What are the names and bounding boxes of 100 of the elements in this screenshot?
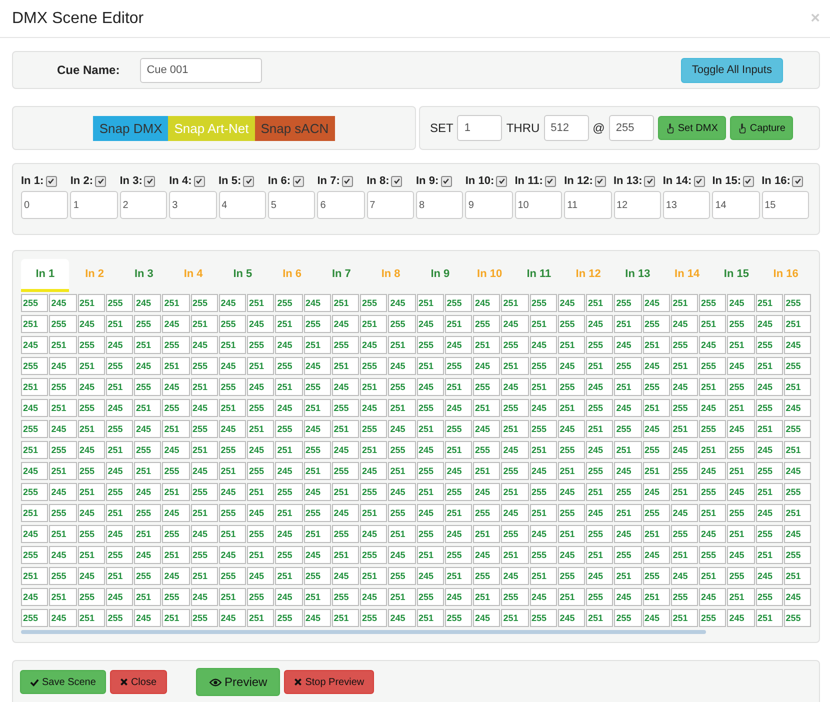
universe-field[interactable]: 6 — [317, 191, 365, 219]
channel-value-field[interactable]: 245 — [444, 336, 472, 354]
channel-value-field[interactable]: 251 — [784, 378, 811, 396]
channel-value-field[interactable]: 255 — [530, 294, 557, 312]
channel-value-field[interactable]: 251 — [670, 483, 698, 501]
channel-value-field[interactable]: 255 — [727, 315, 754, 333]
channel-value-field[interactable]: 251 — [727, 462, 754, 480]
channel-value-field[interactable]: 251 — [699, 567, 726, 585]
input-checkbox[interactable] — [342, 176, 353, 186]
channel-value-field[interactable]: 255 — [586, 336, 614, 354]
channel-value-field[interactable]: 255 — [332, 399, 359, 417]
channel-value-field[interactable]: 251 — [444, 378, 472, 396]
channel-value-field[interactable]: 245 — [360, 525, 388, 543]
channel-value-field[interactable]: 255 — [49, 378, 76, 396]
channel-value-field[interactable]: 251 — [78, 609, 105, 627]
channel-value-field[interactable]: 251 — [530, 567, 557, 585]
channel-value-field[interactable]: 255 — [416, 462, 444, 480]
channel-value-field[interactable]: 255 — [190, 546, 218, 564]
channel-value-field[interactable]: 245 — [332, 315, 359, 333]
channel-value-field[interactable]: 245 — [558, 357, 585, 375]
channel-value-field[interactable]: 255 — [388, 504, 416, 522]
channel-value-field[interactable]: 251 — [106, 315, 133, 333]
channel-value-field[interactable]: 255 — [360, 294, 388, 312]
channel-value-field[interactable]: 251 — [416, 294, 444, 312]
channel-value-field[interactable]: 245 — [586, 504, 614, 522]
channel-value-field[interactable]: 251 — [756, 483, 783, 501]
channel-value-field[interactable]: 245 — [586, 567, 614, 585]
channel-value-field[interactable]: 251 — [444, 441, 472, 459]
input-tab[interactable]: In 11 — [514, 259, 564, 292]
channel-value-field[interactable]: 245 — [699, 399, 726, 417]
channel-value-field[interactable]: 255 — [784, 294, 811, 312]
channel-value-field[interactable]: 255 — [614, 420, 642, 438]
channel-value-field[interactable]: 245 — [727, 483, 754, 501]
channel-value-field[interactable]: 245 — [642, 609, 670, 627]
level-field[interactable]: 255 — [608, 115, 654, 141]
channel-value-field[interactable]: 251 — [670, 546, 698, 564]
channel-value-field[interactable]: 255 — [190, 357, 218, 375]
channel-value-field[interactable]: 251 — [360, 567, 388, 585]
channel-value-field[interactable]: 255 — [642, 378, 670, 396]
action-button[interactable]: Set DMX — [658, 116, 726, 140]
channel-value-field[interactable]: 251 — [360, 315, 388, 333]
snap-button[interactable]: Snap sACN — [254, 116, 335, 140]
input-checkbox[interactable] — [742, 176, 754, 186]
channel-value-field[interactable]: 251 — [784, 504, 811, 522]
channel-value-field[interactable]: 245 — [21, 525, 48, 543]
channel-value-field[interactable]: 245 — [21, 462, 48, 480]
snap-button[interactable]: Snap DMX — [93, 116, 168, 140]
channel-value-field[interactable]: 251 — [614, 504, 642, 522]
channel-value-field[interactable]: 245 — [444, 525, 472, 543]
channel-value-field[interactable]: 255 — [218, 378, 246, 396]
channel-value-field[interactable]: 251 — [699, 378, 726, 396]
channel-value-field[interactable]: 251 — [190, 441, 218, 459]
channel-value-field[interactable]: 255 — [275, 546, 302, 564]
channel-value-field[interactable]: 245 — [134, 420, 162, 438]
channel-value-field[interactable]: 255 — [332, 588, 359, 606]
channel-value-field[interactable]: 255 — [304, 315, 331, 333]
channel-value-field[interactable]: 245 — [642, 357, 670, 375]
footer-button[interactable]: Save Scene — [20, 670, 106, 694]
channel-value-field[interactable]: 245 — [473, 420, 500, 438]
channel-value-field[interactable]: 255 — [304, 378, 331, 396]
channel-value-field[interactable]: 255 — [756, 525, 783, 543]
channel-value-field[interactable]: 251 — [275, 504, 302, 522]
channel-value-field[interactable]: 245 — [388, 420, 416, 438]
channel-value-field[interactable]: 251 — [473, 588, 500, 606]
channel-value-field[interactable]: 245 — [247, 378, 274, 396]
channel-value-field[interactable]: 245 — [586, 315, 614, 333]
channel-value-field[interactable]: 245 — [756, 315, 783, 333]
channel-value-field[interactable]: 245 — [586, 441, 614, 459]
channel-value-field[interactable]: 245 — [444, 399, 472, 417]
channel-value-field[interactable]: 251 — [727, 336, 754, 354]
channel-value-field[interactable]: 251 — [670, 357, 698, 375]
channel-value-field[interactable]: 245 — [473, 609, 500, 627]
channel-value-field[interactable]: 255 — [21, 357, 48, 375]
channel-value-field[interactable]: 255 — [106, 546, 133, 564]
channel-value-field[interactable]: 245 — [727, 546, 754, 564]
input-checkbox[interactable] — [496, 176, 508, 186]
channel-value-field[interactable]: 255 — [162, 399, 190, 417]
channel-value-field[interactable]: 251 — [247, 609, 274, 627]
end-channel-field[interactable]: 512 — [544, 115, 589, 141]
channel-value-field[interactable]: 251 — [473, 462, 500, 480]
channel-value-field[interactable]: 245 — [49, 294, 76, 312]
channel-value-field[interactable]: 251 — [586, 546, 614, 564]
input-checkbox[interactable] — [694, 176, 705, 186]
channel-value-field[interactable]: 245 — [106, 588, 133, 606]
channel-value-field[interactable]: 245 — [21, 588, 48, 606]
channel-value-field[interactable]: 245 — [275, 588, 302, 606]
channel-value-field[interactable]: 245 — [106, 399, 133, 417]
channel-value-field[interactable]: 251 — [444, 315, 472, 333]
channel-value-field[interactable]: 245 — [416, 315, 444, 333]
channel-value-field[interactable]: 245 — [756, 504, 783, 522]
channel-value-field[interactable]: 255 — [727, 441, 754, 459]
channel-value-field[interactable]: 255 — [670, 588, 698, 606]
channel-value-field[interactable]: 251 — [586, 483, 614, 501]
channel-value-field[interactable]: 245 — [304, 294, 331, 312]
channel-value-field[interactable]: 255 — [360, 546, 388, 564]
channel-value-field[interactable]: 255 — [501, 588, 528, 606]
channel-value-field[interactable]: 251 — [642, 399, 670, 417]
channel-value-field[interactable]: 251 — [670, 420, 698, 438]
channel-value-field[interactable]: 251 — [473, 399, 500, 417]
channel-value-field[interactable]: 255 — [162, 336, 190, 354]
